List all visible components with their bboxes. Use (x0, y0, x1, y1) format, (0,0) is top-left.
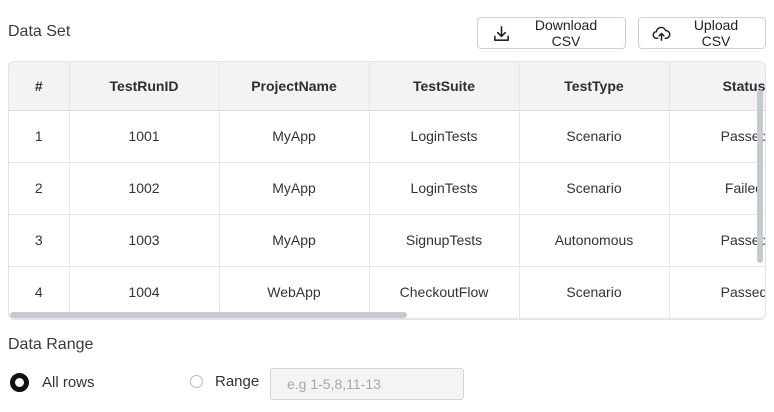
column-header[interactable]: TestType (519, 62, 670, 111)
table-cell: SignupTests (369, 214, 520, 267)
table-cell: Autonomous (519, 214, 670, 267)
table-cell: 3 (9, 214, 70, 267)
table-cell: 1 (9, 110, 70, 163)
all-rows-label: All rows (42, 374, 95, 391)
upload-csv-label: Upload CSV (693, 17, 739, 49)
range-label: Range (215, 373, 260, 390)
horizontal-scrollbar[interactable] (10, 312, 407, 318)
table-cell: 1001 (69, 110, 220, 163)
column-header[interactable]: ProjectName (219, 62, 370, 111)
table-row: 3 1003 MyApp SignupTests Autonomous Pass… (9, 214, 765, 267)
table-cell: MyApp (219, 214, 370, 267)
table-cell: Passed (669, 214, 765, 267)
download-csv-button[interactable]: Download CSV (477, 17, 626, 49)
data-table-container[interactable]: # TestRunID ProjectName TestSuite TestTy… (8, 61, 766, 320)
vertical-scrollbar[interactable] (757, 90, 763, 263)
data-set-title: Data Set (8, 23, 71, 40)
column-header[interactable]: Status (669, 62, 765, 111)
table-cell: 4 (9, 266, 70, 319)
table-row: 4 1004 WebApp CheckoutFlow Scenario Pass… (9, 266, 765, 319)
data-range-options: All rows Range (0, 368, 774, 400)
table-row: 1 1001 MyApp LoginTests Scenario Passed (9, 110, 765, 163)
table-cell: Scenario (519, 110, 670, 163)
all-rows-radio[interactable]: All rows (10, 373, 95, 392)
data-set-panel: Data Set Download CSV Upload CSV # TestR… (0, 0, 774, 412)
data-range-title: Data Range (8, 336, 94, 353)
table-cell: MyApp (219, 162, 370, 215)
table-cell: LoginTests (369, 162, 520, 215)
column-header[interactable]: TestRunID (69, 62, 220, 111)
cloud-upload-icon (652, 24, 671, 43)
table-cell: 1003 (69, 214, 220, 267)
table-cell: 2 (9, 162, 70, 215)
table-cell: WebApp (219, 266, 370, 319)
upload-csv-button[interactable]: Upload CSV (638, 17, 766, 49)
table-header-row: # TestRunID ProjectName TestSuite TestTy… (9, 62, 765, 111)
table-cell: MyApp (219, 110, 370, 163)
column-header[interactable]: TestSuite (369, 62, 520, 111)
data-table: # TestRunID ProjectName TestSuite TestTy… (9, 62, 765, 319)
table-cell: Failed (669, 162, 765, 215)
download-csv-label: Download CSV (534, 17, 598, 49)
table-cell: 1002 (69, 162, 220, 215)
radio-checked-icon[interactable] (10, 373, 29, 392)
download-icon (492, 24, 511, 43)
table-cell: 1004 (69, 266, 220, 319)
table-cell: Scenario (519, 266, 670, 319)
radio-unchecked-icon[interactable] (190, 375, 203, 388)
table-cell: Passed (669, 266, 765, 319)
table-cell: Scenario (519, 162, 670, 215)
column-header[interactable]: # (9, 62, 70, 111)
range-input[interactable] (270, 368, 464, 400)
table-row: 2 1002 MyApp LoginTests Scenario Failed (9, 162, 765, 215)
table-cell: CheckoutFlow (369, 266, 520, 319)
range-radio[interactable]: Range (190, 373, 259, 390)
table-cell: LoginTests (369, 110, 520, 163)
table-cell: Passed (669, 110, 765, 163)
